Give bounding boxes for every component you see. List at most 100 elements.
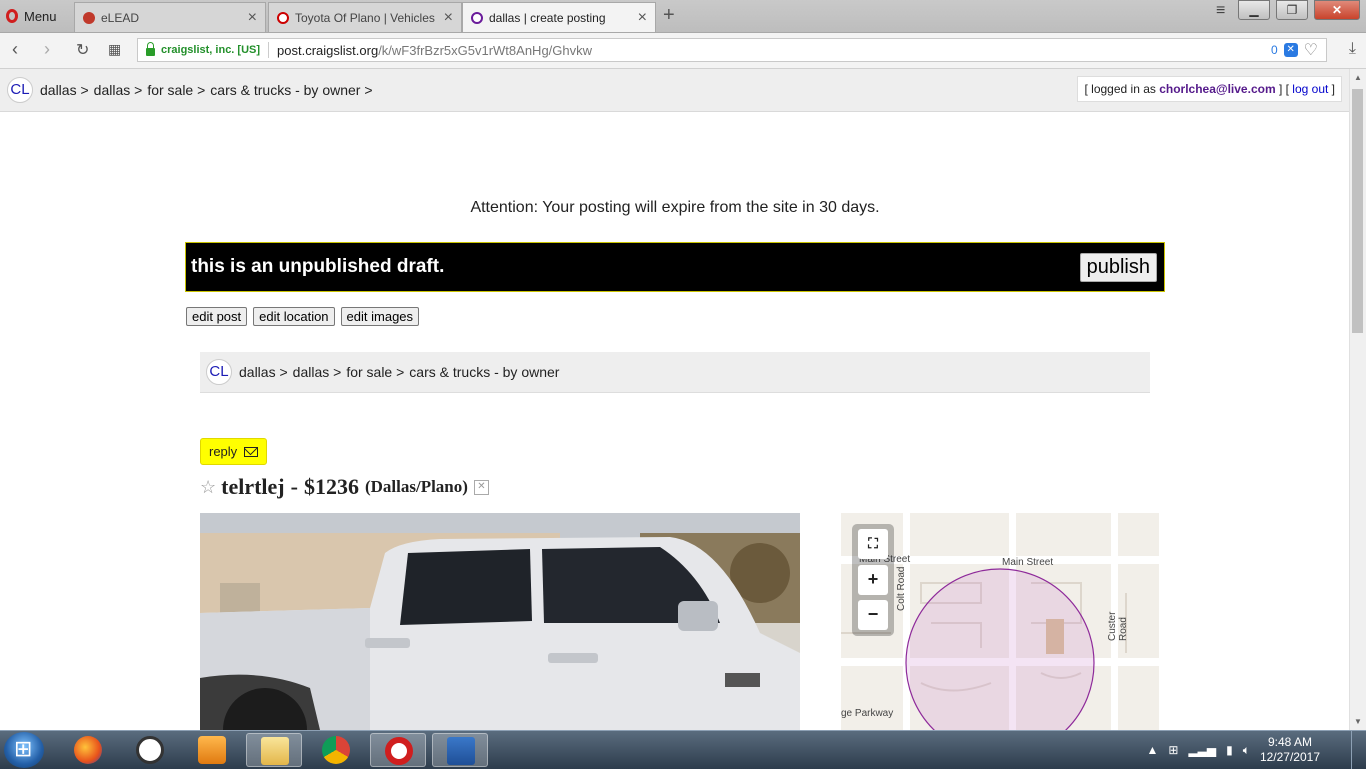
craigslist-logo[interactable]: CL: [206, 359, 232, 385]
taskbar-opera[interactable]: [370, 733, 426, 767]
page-scrollbar[interactable]: ▲ ▼: [1349, 69, 1366, 730]
publish-button[interactable]: publish: [1079, 253, 1157, 282]
truck-photo-image: [200, 513, 800, 730]
tab-craigslist[interactable]: dallas | create posting ×: [462, 2, 656, 32]
maximize-button[interactable]: ❐: [1276, 0, 1308, 20]
login-prefix: [ logged in as: [1084, 82, 1160, 96]
system-clock[interactable]: 9:48 AM 12/27/2017: [1260, 735, 1320, 765]
posting-price: $1236: [303, 474, 359, 499]
bookmark-heart-icon[interactable]: ♡: [1304, 40, 1318, 60]
map-label: Colt Road: [896, 566, 907, 611]
zoom-out-button[interactable]: −: [858, 600, 888, 630]
reply-button[interactable]: reply: [200, 438, 268, 465]
windows-taskbar: ▲ ⊞ ▂▃▅ ▮ 🔈︎ 9:48 AM 12/27/2017: [0, 730, 1366, 769]
zoom-in-button[interactable]: +: [858, 565, 888, 595]
start-button[interactable]: [4, 732, 44, 768]
network-icon[interactable]: ▂▃▅: [1188, 743, 1216, 757]
show-desktop-button[interactable]: [1351, 731, 1366, 769]
breadcrumb-item[interactable]: cars & trucks - by owner: [409, 364, 559, 380]
expiry-notice: Attention: Your posting will expire from…: [470, 199, 880, 216]
breadcrumb-item[interactable]: dallas >: [94, 82, 143, 98]
clock-date: 12/27/2017: [1259, 750, 1320, 764]
show-hidden-icons-icon[interactable]: ▲: [1146, 743, 1158, 757]
address-toolbar: ‹ › ↻ ▦ craigslist, inc. [US] post.craig…: [0, 33, 1366, 69]
posting-photo[interactable]: [200, 513, 800, 730]
back-icon[interactable]: ‹: [12, 39, 18, 60]
edit-images-button[interactable]: edit images: [340, 307, 420, 326]
folder-icon: [261, 737, 289, 765]
url-host: post.craigslist.org: [277, 42, 379, 58]
tab-title: Toyota Of Plano | Vehicles: [295, 10, 435, 25]
site-header: CL dallas > dallas > for sale > cars & t…: [0, 69, 1350, 112]
breadcrumb-item[interactable]: dallas >: [293, 364, 342, 380]
breadcrumb-item[interactable]: cars & trucks - by owner >: [210, 82, 372, 98]
speed-dial-icon[interactable]: ▦: [108, 41, 121, 58]
logout-link[interactable]: log out: [1292, 82, 1328, 96]
system-tray: ▲ ⊞ ▂▃▅ ▮ 🔈︎ 9:48 AM 12/27/2017: [1146, 731, 1320, 769]
media-player-icon: [198, 736, 226, 764]
forward-icon[interactable]: ›: [44, 39, 50, 60]
breadcrumb-item[interactable]: for sale >: [346, 364, 404, 380]
toyota-favicon-icon: [277, 11, 289, 24]
posting-breadcrumb-bar: CL dallas > dallas > for sale > cars & t…: [200, 352, 1150, 393]
tab-toyota[interactable]: Toyota Of Plano | Vehicles ×: [268, 2, 462, 32]
close-tab-icon[interactable]: ×: [444, 9, 453, 26]
taskbar-clock-app[interactable]: [122, 733, 178, 767]
tab-menu-icon[interactable]: ≡: [1216, 2, 1232, 20]
reload-icon[interactable]: ↻: [76, 40, 89, 60]
taskbar-explorer[interactable]: [246, 733, 302, 767]
minimize-button[interactable]: ▁: [1238, 0, 1270, 20]
map-controls: ⛶ + −: [852, 524, 894, 636]
site-identity[interactable]: craigslist, inc. [US]: [161, 44, 260, 56]
new-tab-icon[interactable]: +: [663, 4, 675, 27]
tab-title: dallas | create posting: [489, 10, 606, 25]
adblock-icon[interactable]: ✕: [1283, 43, 1298, 57]
edit-controls: edit post edit location edit images: [186, 307, 420, 326]
action-center-icon[interactable]: ⊞: [1168, 743, 1178, 757]
breadcrumb-item[interactable]: dallas >: [239, 364, 288, 380]
fullscreen-icon[interactable]: ⛶: [858, 529, 888, 559]
browser-tab-bar: Menu eLEAD × Toyota Of Plano | Vehicles …: [0, 0, 1366, 33]
download-icon[interactable]: ⤓: [1349, 40, 1356, 58]
favorite-star-icon[interactable]: ☆: [200, 477, 216, 498]
close-window-button[interactable]: ✕: [1314, 0, 1360, 20]
login-separator: ] [: [1275, 82, 1293, 96]
close-tab-icon[interactable]: ×: [638, 9, 647, 26]
login-suffix: ]: [1328, 82, 1335, 96]
word-icon: [447, 737, 475, 765]
opera-menu-button[interactable]: Menu: [6, 6, 57, 26]
posting-location: (Dallas/Plano): [364, 477, 468, 496]
taskbar-firefox[interactable]: [60, 733, 116, 767]
location-map[interactable]: Main Street Main Street Colt Road Custer…: [841, 513, 1159, 730]
craigslist-logo[interactable]: CL: [7, 77, 33, 103]
scroll-thumb[interactable]: [1352, 89, 1363, 333]
url-bar[interactable]: craigslist, inc. [US] post.craigslist.or…: [137, 38, 1327, 62]
url-text: post.craigslist.org/k/wF3frBzr5xG5v1rWt8…: [277, 43, 592, 58]
window-controls: ≡ ▁ ❐ ✕: [1216, 0, 1360, 20]
hide-posting-icon[interactable]: ✕: [473, 479, 489, 495]
breadcrumb-item[interactable]: dallas >: [40, 82, 89, 98]
volume-icon[interactable]: 🔈︎: [1243, 743, 1250, 758]
posting-title-text: telrtlej: [221, 474, 285, 499]
login-status: [ logged in as chorlchea@live.com ] [ lo…: [1077, 76, 1342, 102]
adblock-count: 0: [1270, 43, 1278, 57]
tab-elead[interactable]: eLEAD ×: [74, 2, 266, 32]
taskbar-chrome[interactable]: [308, 733, 364, 767]
account-email[interactable]: chorlchea@live.com: [1159, 82, 1275, 96]
edit-post-button[interactable]: edit post: [186, 307, 248, 326]
breadcrumb: CL dallas > dallas > for sale > cars & t…: [7, 77, 378, 103]
taskbar-media-player[interactable]: [184, 733, 240, 767]
firefox-icon: [74, 736, 102, 764]
edit-location-button[interactable]: edit location: [253, 307, 335, 326]
map-label: Main Street: [1002, 557, 1054, 568]
map-label: ge Parkway: [841, 708, 894, 719]
battery-icon[interactable]: ▮: [1226, 743, 1233, 757]
breadcrumb-item[interactable]: for sale >: [147, 82, 205, 98]
taskbar-word[interactable]: [432, 733, 488, 767]
opera-icon: [385, 737, 413, 765]
draft-message: this is an unpublished draft.: [191, 256, 445, 277]
close-tab-icon[interactable]: ×: [248, 9, 257, 26]
opera-logo-icon: [6, 9, 18, 23]
chrome-icon: [322, 736, 350, 764]
peace-favicon-icon: [471, 11, 483, 24]
